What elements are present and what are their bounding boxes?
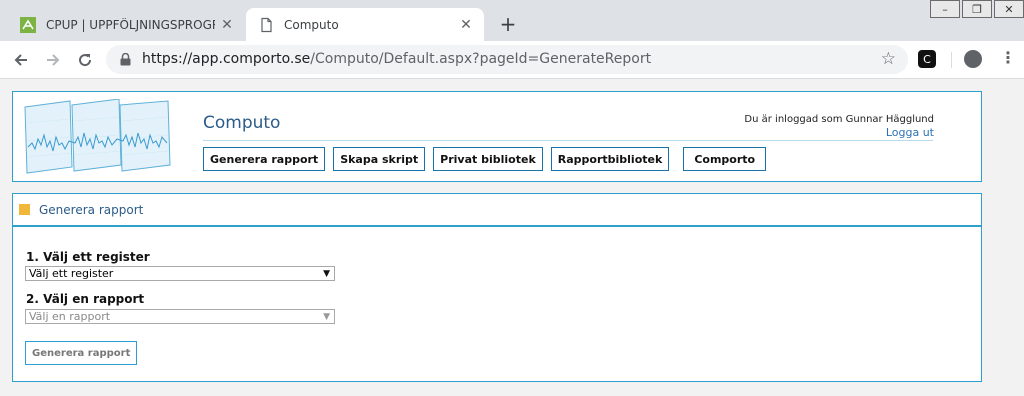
browser-toolbar: https://app.comporto.se/Computo/Default.…	[0, 41, 1024, 79]
restore-icon[interactable]: ❐	[962, 0, 992, 18]
url-host: https://app.comporto.se	[142, 51, 311, 67]
extension-icon[interactable]: C	[918, 50, 936, 68]
nav-report-library-button[interactable]: Rapportbibliotek	[550, 147, 670, 171]
toolbar-divider	[951, 52, 952, 68]
tab-computo[interactable]: Computo ✕	[246, 8, 484, 41]
register-select-value: Välj ett register	[29, 267, 114, 280]
nav-generate-report-button[interactable]: Generera rapport	[203, 147, 326, 171]
tab-cpup[interactable]: CPUP | UPPFÖLJNINGSPROGRAM FÖ ✕	[10, 8, 245, 41]
panel-title: Generera rapport	[39, 202, 144, 217]
forward-arrow-icon[interactable]	[42, 49, 64, 71]
user-info: Du är inloggad som Gunnar Hägglund Logga…	[744, 113, 934, 139]
header-divider	[203, 140, 933, 141]
computo-logo-icon	[24, 99, 171, 174]
main-nav: Generera rapport Skapa skript Privat bib…	[203, 147, 774, 171]
new-tab-button[interactable]: +	[496, 12, 520, 36]
tab-strip: CPUP | UPPFÖLJNINGSPROGRAM FÖ ✕ Computo …	[0, 0, 1024, 41]
nav-private-library-button[interactable]: Privat bibliotek	[433, 147, 543, 171]
report-select-value: Välj en rapport	[29, 310, 111, 323]
step1-label: 1. Välj ett register	[26, 250, 150, 264]
dropdown-arrow-icon: ▼	[323, 312, 330, 322]
logged-in-text: Du är inloggad som Gunnar Hägglund	[744, 114, 934, 125]
close-tab-icon[interactable]: ✕	[454, 17, 478, 33]
dropdown-arrow-icon: ▼	[323, 269, 330, 279]
close-window-icon[interactable]: ✕	[994, 0, 1024, 18]
step2-label: 2. Välj en rapport	[26, 292, 145, 306]
generate-report-panel: Generera rapport 1. Välj ett register Vä…	[12, 193, 982, 382]
profile-avatar-icon[interactable]	[964, 50, 982, 68]
close-tab-icon[interactable]: ✕	[215, 17, 239, 33]
address-bar[interactable]: https://app.comporto.se/Computo/Default.…	[106, 45, 908, 74]
window-controls: – ❐ ✕	[928, 0, 1024, 18]
generate-report-button[interactable]: Generera rapport	[25, 341, 138, 365]
panel-marker-icon	[19, 204, 30, 215]
panel-header: Generera rapport	[13, 194, 981, 227]
tab-title: Computo	[284, 17, 339, 32]
app-title: Computo	[203, 113, 281, 133]
nav-create-script-button[interactable]: Skapa skript	[333, 147, 426, 171]
site-header: Computo Du är inloggad som Gunnar Hägglu…	[12, 91, 982, 182]
logout-link[interactable]: Logga ut	[744, 126, 934, 139]
minimize-icon[interactable]: –	[930, 0, 960, 18]
reload-icon[interactable]	[74, 49, 96, 71]
report-select[interactable]: Välj en rapport ▼	[25, 309, 335, 324]
back-arrow-icon[interactable]	[10, 49, 32, 71]
star-icon[interactable]: ☆	[881, 49, 896, 69]
page-icon	[261, 17, 272, 32]
url-path: /Computo/Default.aspx?pageId=GenerateRep…	[310, 51, 652, 67]
cpup-favicon-icon	[20, 16, 36, 33]
page-content: Computo Du är inloggad som Gunnar Hägglu…	[0, 79, 1024, 396]
register-select[interactable]: Välj ett register ▼	[25, 266, 335, 281]
nav-comporto-button[interactable]: Comporto	[683, 147, 767, 171]
menu-icon[interactable]: ⋮	[1000, 48, 1016, 67]
lock-icon	[120, 53, 131, 66]
tab-title: CPUP | UPPFÖLJNINGSPROGRAM FÖ	[46, 17, 215, 32]
url-text: https://app.comporto.se/Computo/Default.…	[142, 51, 651, 67]
